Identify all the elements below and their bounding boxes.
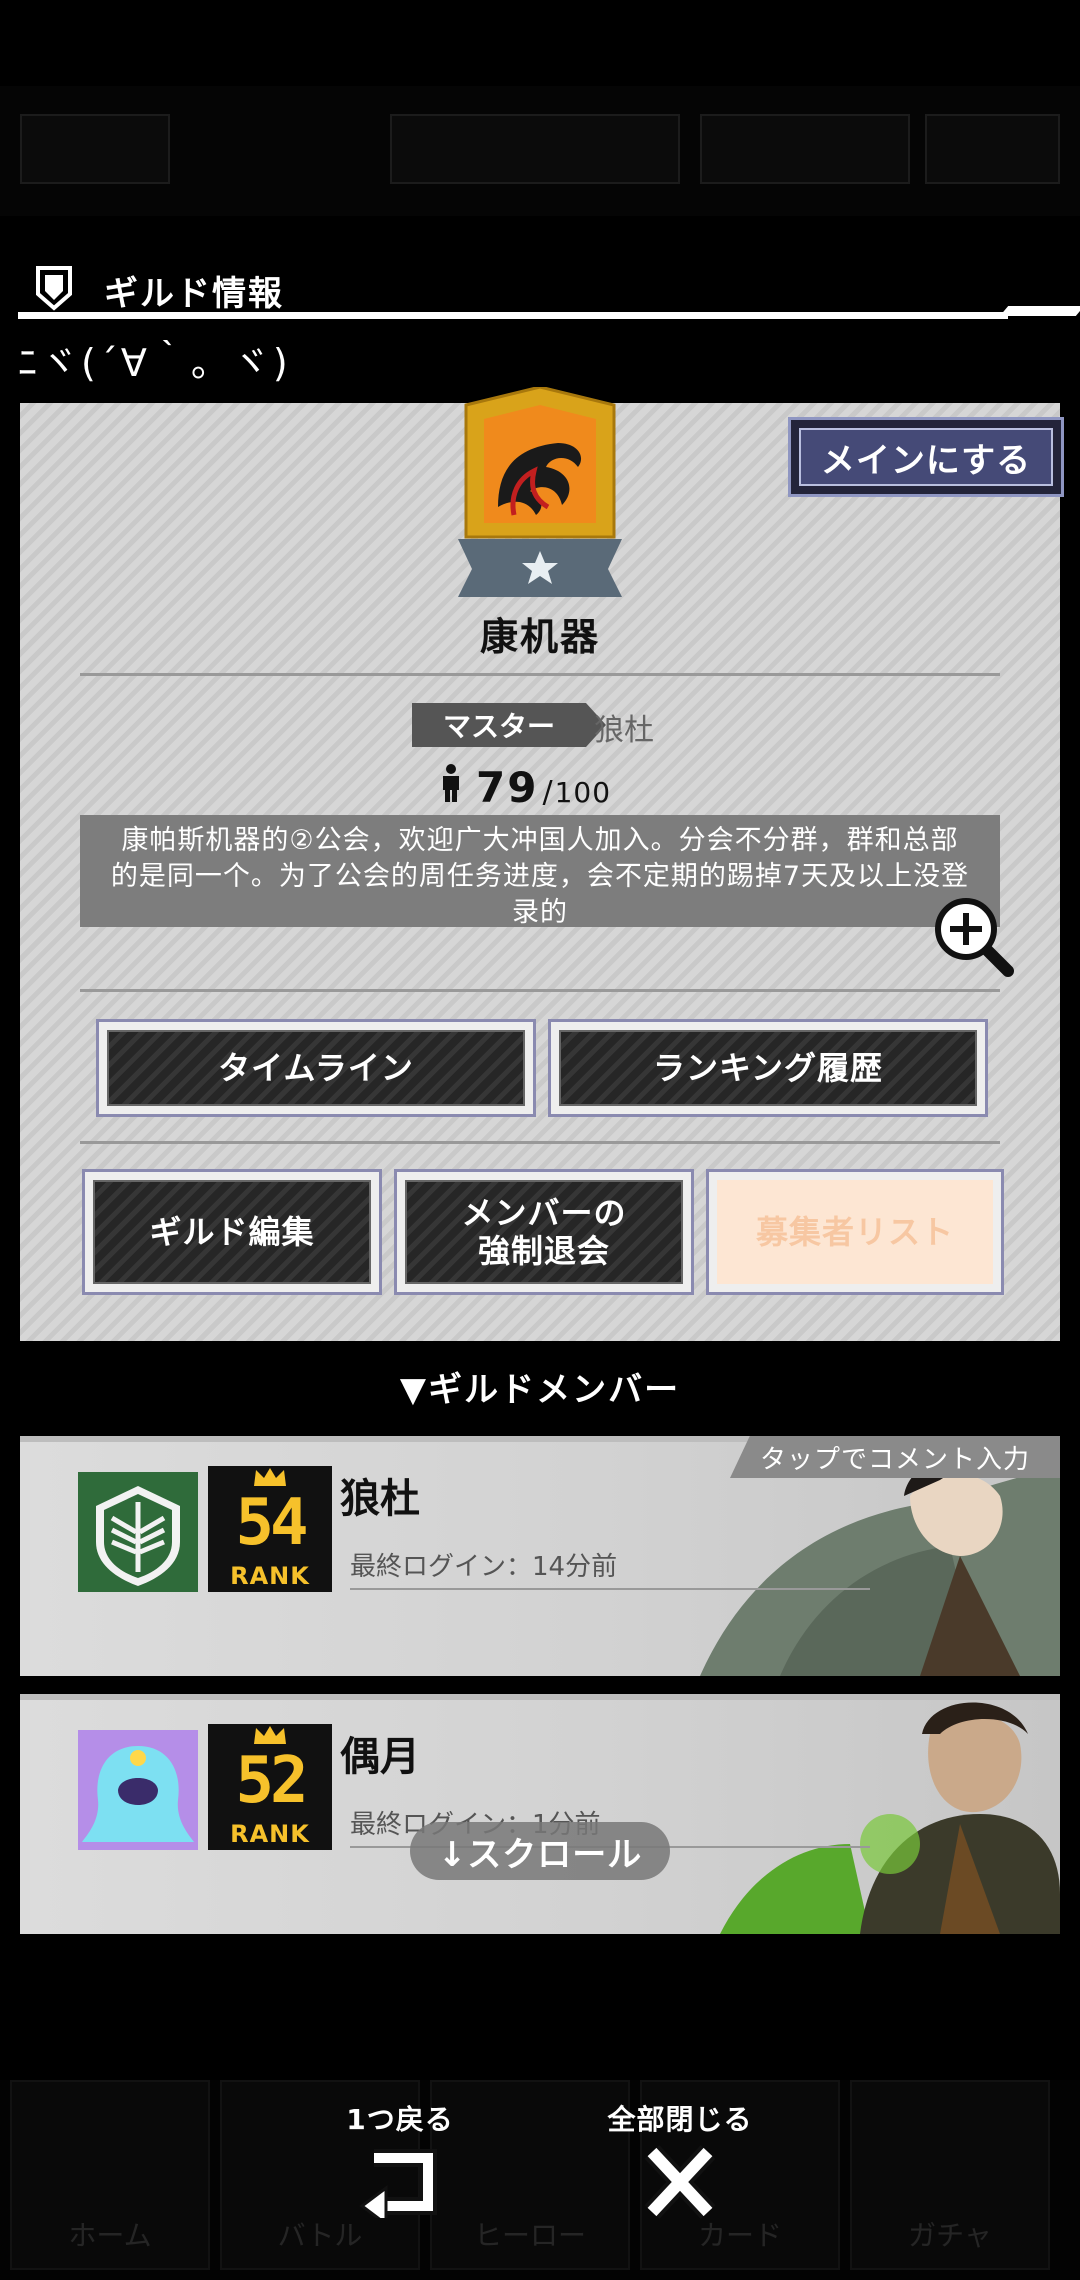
crown-icon — [254, 1468, 286, 1486]
shield-icon — [36, 266, 72, 311]
background-nav: ホーム バトル ヒーロー カード ガチャ — [0, 2080, 1080, 2280]
member-avatar-icon — [78, 1730, 198, 1850]
force-kick-button[interactable]: メンバーの 強制退会 — [394, 1169, 694, 1295]
dialog-title: ギルド情報 — [104, 274, 284, 314]
person-icon — [443, 764, 459, 802]
back-control[interactable]: 1つ戻る — [330, 2098, 470, 2218]
member-name: 偶月 — [340, 1734, 420, 1780]
rank-badge: 54 RANK — [208, 1466, 332, 1592]
zoom-in-icon[interactable] — [930, 893, 1020, 983]
character-art — [720, 1702, 1060, 1934]
member-card[interactable]: 52 RANK 偶月 最終ログイン：1分前 — [20, 1694, 1060, 1934]
guild-emblem — [458, 387, 622, 597]
background-hud — [0, 86, 1080, 216]
close-all-control[interactable]: 全部閉じる — [600, 2098, 760, 2220]
crown-icon — [254, 1726, 286, 1744]
guild-edit-button[interactable]: ギルド編集 — [82, 1169, 382, 1295]
scroll-hint[interactable]: ↓スクロール — [410, 1822, 670, 1880]
guild-info-panel: メインにする 康机器 マスター 狼杜 79 / 100 康帕斯机器的②公会，欢迎… — [20, 387, 1064, 1341]
wings-of-freedom-icon — [78, 1472, 198, 1592]
timeline-button[interactable]: タイムライン — [96, 1019, 536, 1117]
close-icon — [644, 2145, 716, 2219]
set-main-button[interactable]: メインにする — [788, 417, 1064, 497]
back-arrow-icon — [359, 2149, 437, 2218]
comment-hint: タップでコメント入力 — [730, 1436, 1060, 1478]
member-card[interactable]: タップでコメント入力 54 RANK 狼杜 最終ログイン：14分前 — [20, 1436, 1060, 1676]
guild-name: 康机器 — [479, 615, 600, 659]
member-name: 狼杜 — [340, 1476, 420, 1522]
ranking-history-button[interactable]: ランキング履歴 — [548, 1019, 988, 1117]
member-current: 79 — [476, 763, 539, 812]
applicants-list-button[interactable]: 募集者リスト — [706, 1169, 1004, 1295]
members-section-title: ▼ギルドメンバー — [399, 1370, 681, 1410]
last-login: 最終ログイン：14分前 — [350, 1552, 618, 1582]
divider — [80, 673, 1000, 676]
guild-description: 康帕斯机器的②公会，欢迎广大冲国人加入。分会不分群，群和总部的是同一个。为了公会… — [80, 815, 1000, 927]
master-label: マスター — [412, 703, 586, 747]
member-max: 100 — [554, 776, 612, 809]
rank-badge: 52 RANK — [208, 1724, 332, 1850]
master-name: 狼杜 — [594, 713, 654, 748]
member-count: 79 / 100 — [440, 763, 611, 812]
guild-subtitle: ﾆヾ(´∀｀。ヾ) — [18, 341, 291, 385]
dialog-header: ギルド情報 — [18, 258, 1080, 324]
